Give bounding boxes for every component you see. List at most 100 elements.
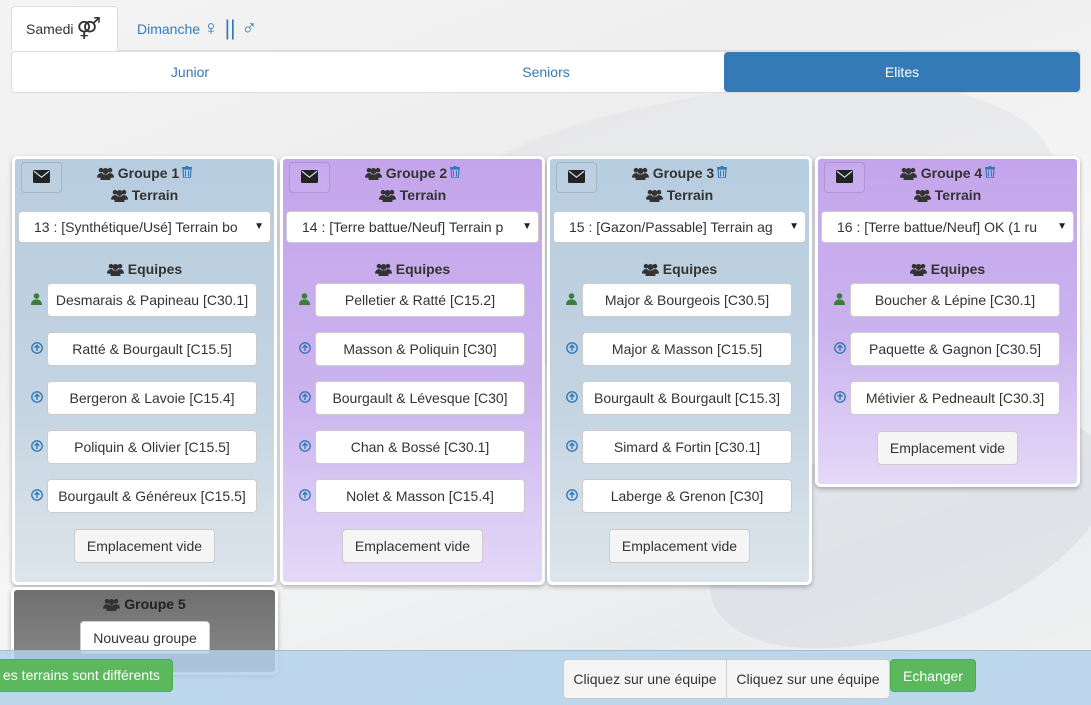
arrow-circle-up-icon[interactable] (566, 341, 578, 357)
day-tabs: Samedi ⚤ Dimanche ♀ || ♂ (11, 6, 1079, 51)
team-button[interactable]: Boucher & Lépine [C30.1] (850, 283, 1060, 317)
team-button[interactable]: Desmarais & Papineau [C30.1] (47, 283, 257, 317)
terrain-label: Terrain (131, 187, 179, 203)
caret-down-icon: ▼ (789, 221, 799, 232)
mail-button[interactable] (21, 162, 62, 193)
arrow-circle-up-icon[interactable] (31, 439, 43, 455)
users-icon (631, 164, 649, 186)
team-button[interactable]: Bergeron & Lavoie [C15.4] (47, 381, 257, 415)
trash-icon[interactable] (985, 166, 996, 181)
swap-button[interactable]: Echanger (890, 659, 976, 692)
user-icon[interactable] (299, 292, 310, 308)
team-row: Bourgault & Généreux [C15.5] (15, 476, 274, 525)
terrain-select[interactable]: 16 : [Terre battue/Neuf] OK (1 ru ▼ (821, 211, 1074, 243)
arrow-circle-up-icon[interactable] (299, 390, 311, 406)
trash-icon[interactable] (450, 166, 461, 181)
terrain-label: Terrain (934, 187, 982, 203)
teams-label: Equipes (127, 261, 183, 277)
tab-junior[interactable]: Junior (12, 52, 368, 92)
arrow-circle-up-icon[interactable] (299, 341, 311, 357)
empty-slot-button[interactable]: Emplacement vide (876, 431, 1019, 465)
mail-button[interactable] (556, 162, 597, 193)
team-button[interactable]: Simard & Fortin [C30.1] (582, 430, 792, 464)
team-button[interactable]: Major & Masson [C15.5] (582, 332, 792, 366)
team-button[interactable]: Major & Bourgeois [C30.5] (582, 283, 792, 317)
arrow-circle-up-icon[interactable] (299, 439, 311, 455)
team-button[interactable]: Laberge & Grenon [C30] (582, 479, 792, 513)
trash-icon[interactable] (182, 166, 193, 181)
users-icon (106, 260, 124, 282)
empty-slot-button[interactable]: Emplacement vide (73, 529, 216, 563)
caret-down-icon: ▼ (254, 221, 264, 232)
user-icon[interactable] (834, 292, 845, 308)
arrow-circle-up-icon[interactable] (31, 341, 43, 357)
users-icon (645, 186, 663, 208)
team-row: Bourgault & Lévesque [C30] (283, 378, 542, 427)
empty-slot-button[interactable]: Emplacement vide (608, 529, 751, 563)
team-button[interactable]: Pelletier & Ratté [C15.2] (315, 283, 525, 317)
gender-separate-icon: ♀ || ♂ (203, 17, 258, 40)
tab-dimanche[interactable]: Dimanche ♀ || ♂ (123, 6, 271, 51)
select-team-b-button[interactable]: Cliquez sur une équipe (726, 659, 890, 699)
empty-slot-row: Emplacement vide (15, 525, 274, 577)
terrain-select[interactable]: 13 : [Synthétique/Usé] Terrain bo ▼ (18, 211, 271, 243)
arrow-circle-up-icon[interactable] (299, 488, 311, 504)
user-icon[interactable] (31, 292, 42, 308)
mail-button[interactable] (824, 162, 865, 193)
group-card: Groupe 1 Terrain 13 : [Synthétique/Usé] Te… (12, 156, 277, 585)
team-button[interactable]: Nolet & Masson [C15.4] (315, 479, 525, 513)
arrow-circle-up-icon[interactable] (566, 439, 578, 455)
team-row: Ratté & Bourgault [C15.5] (15, 329, 274, 378)
group-card: Groupe 3 Terrain 15 : [Gazon/Passable] Ter… (547, 156, 812, 585)
team-row: Poliquin & Olivier [C15.5] (15, 427, 274, 476)
category-tabs: Junior Seniors Elites (11, 51, 1081, 93)
arrow-circle-up-icon[interactable] (31, 488, 43, 504)
tab-label: Dimanche (137, 20, 201, 37)
team-row: Laberge & Grenon [C30] (550, 476, 809, 525)
teams-header: Equipes (15, 258, 274, 280)
tab-elites[interactable]: Elites (724, 52, 1080, 92)
mail-button[interactable] (289, 162, 330, 193)
arrow-circle-up-icon[interactable] (834, 341, 846, 357)
team-button[interactable]: Masson & Poliquin [C30] (315, 332, 525, 366)
tab-samedi[interactable]: Samedi ⚤ (11, 6, 118, 51)
users-icon (899, 164, 917, 186)
users-icon (374, 260, 392, 282)
envelope-icon (33, 169, 50, 186)
team-button[interactable]: Bourgault & Généreux [C15.5] (47, 479, 257, 513)
empty-slot-row: Emplacement vide (550, 525, 809, 577)
team-button[interactable]: Chan & Bossé [C30.1] (315, 430, 525, 464)
teams-label: Equipes (930, 261, 986, 277)
empty-slot-button[interactable]: Emplacement vide (341, 529, 484, 563)
arrow-circle-up-icon[interactable] (834, 390, 846, 406)
team-row: Métivier & Pedneault [C30.3] (818, 378, 1077, 427)
empty-slot-row: Emplacement vide (283, 525, 542, 577)
team-button[interactable]: Paquette & Gagnon [C30.5] (850, 332, 1060, 366)
tab-seniors[interactable]: Seniors (368, 52, 724, 92)
arrow-circle-up-icon[interactable] (31, 390, 43, 406)
team-button[interactable]: Bourgault & Lévesque [C30] (315, 381, 525, 415)
team-button[interactable]: Ratté & Bourgault [C15.5] (47, 332, 257, 366)
arrow-circle-up-icon[interactable] (566, 488, 578, 504)
terrain-label: Terrain (399, 187, 447, 203)
team-button[interactable]: Métivier & Pedneault [C30.3] (850, 381, 1060, 415)
tab-label: Samedi (26, 20, 74, 37)
teams-label: Equipes (395, 261, 451, 277)
teams-label: Equipes (662, 261, 718, 277)
team-button[interactable]: Bourgault & Bourgault [C15.3] (582, 381, 792, 415)
trash-icon[interactable] (717, 166, 728, 181)
teams-header: Equipes (550, 258, 809, 280)
terrain-select[interactable]: 15 : [Gazon/Passable] Terrain ag ▼ (553, 211, 806, 243)
terrain-select[interactable]: 14 : [Terre battue/Neuf] Terrain p ▼ (286, 211, 539, 243)
arrow-circle-up-icon[interactable] (566, 390, 578, 406)
team-row: Pelletier & Ratté [C15.2] (283, 280, 542, 329)
terrain-value: 15 : [Gazon/Passable] Terrain ag (569, 219, 773, 235)
envelope-icon (836, 169, 853, 186)
select-team-a-button[interactable]: Cliquez sur une équipe (563, 659, 727, 699)
user-icon[interactable] (566, 292, 577, 308)
terrain-warning-button[interactable]: es terrains sont différents (0, 659, 173, 692)
team-button[interactable]: Poliquin & Olivier [C15.5] (47, 430, 257, 464)
terrain-value: 16 : [Terre battue/Neuf] OK (1 ru (837, 219, 1037, 235)
group-title: Groupe 3 (652, 165, 715, 181)
users-icon (378, 186, 396, 208)
